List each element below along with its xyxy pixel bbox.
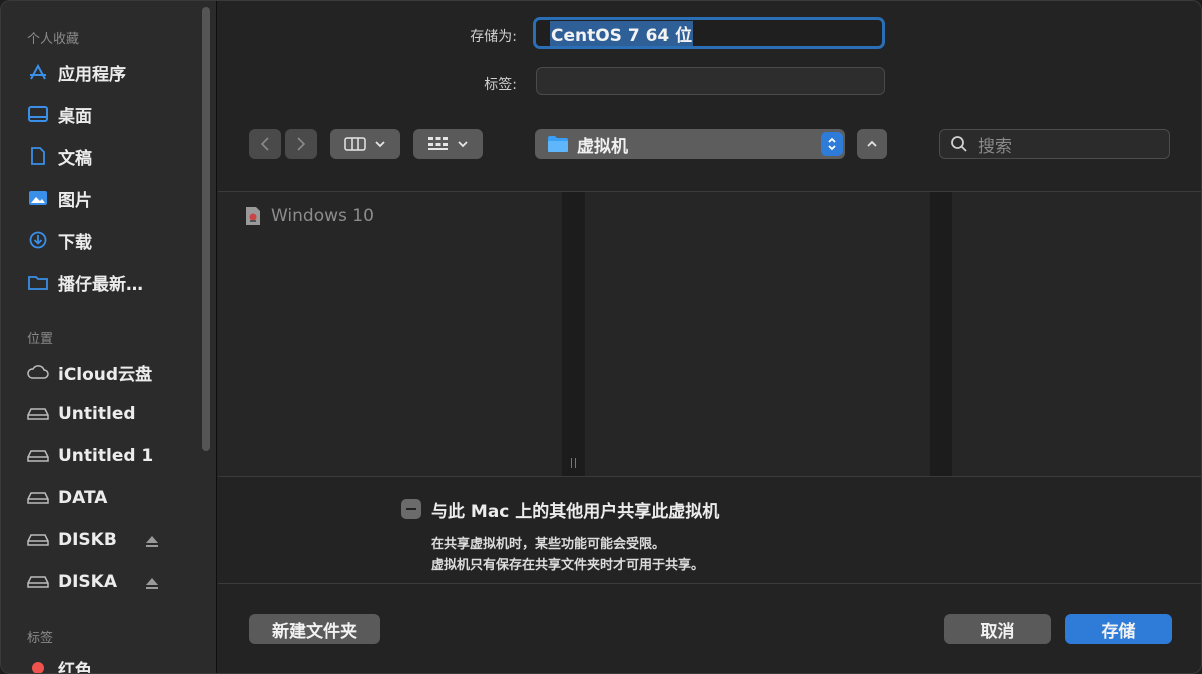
- sidebar-item-label: 文稿: [58, 148, 92, 169]
- sidebar-item-label: 播仔最新…: [58, 274, 143, 295]
- back-button[interactable]: [249, 129, 281, 159]
- sidebar-item-diska[interactable]: DISKA: [27, 567, 197, 597]
- chevron-down-icon: [458, 141, 468, 148]
- column-browser: Windows 10: [218, 191, 1201, 477]
- eject-icon[interactable]: [145, 533, 159, 547]
- folder-icon: [547, 135, 569, 153]
- sidebar-item-icloud[interactable]: iCloud云盘: [27, 357, 197, 387]
- save-dialog: 个人收藏 应用程序 桌面 文稿 图片 下载 播仔最新… 位置 iCloud云盘 …: [0, 0, 1202, 674]
- sidebar-item-label: DATA: [58, 488, 108, 508]
- column-divider[interactable]: [562, 192, 585, 476]
- applications-icon: [27, 62, 49, 82]
- sidebar-item-label: 应用程序: [58, 64, 126, 85]
- location-popup[interactable]: 虚拟机: [535, 129, 845, 159]
- sidebar-item-data[interactable]: DATA: [27, 483, 197, 513]
- mixed-state-icon: [406, 508, 416, 510]
- sidebar-scrollbar[interactable]: [202, 7, 210, 451]
- tags-input[interactable]: [536, 67, 885, 95]
- column-resize-icon: [571, 458, 576, 468]
- drive-icon: [27, 488, 49, 508]
- locations-header: 位置: [27, 332, 54, 347]
- drive-icon: [27, 404, 49, 424]
- columns-view-icon: [344, 137, 366, 151]
- save-as-value: CentOS 7 64 位: [550, 20, 694, 46]
- group-button[interactable]: [413, 129, 483, 159]
- save-button[interactable]: 存储: [1065, 614, 1172, 644]
- sidebar-item-label: 图片: [58, 190, 92, 211]
- search-icon: [951, 136, 967, 152]
- sidebar: 个人收藏 应用程序 桌面 文稿 图片 下载 播仔最新… 位置 iCloud云盘 …: [1, 1, 217, 674]
- sidebar-item-documents[interactable]: 文稿: [27, 141, 197, 171]
- share-checkbox[interactable]: [401, 499, 421, 519]
- vm-file-icon: [245, 206, 261, 226]
- save-as-input[interactable]: CentOS 7 64 位: [533, 17, 885, 49]
- sidebar-item-desktop[interactable]: 桌面: [27, 99, 197, 129]
- search-placeholder: 搜索: [978, 136, 1012, 157]
- sidebar-item-tag-red[interactable]: 红色: [27, 653, 197, 674]
- sidebar-item-label: 下载: [58, 232, 92, 253]
- chevron-up-icon: [867, 140, 877, 147]
- drive-icon: [27, 572, 49, 592]
- icloud-icon: [27, 362, 49, 382]
- sidebar-item-folder[interactable]: 播仔最新…: [27, 267, 197, 297]
- sidebar-item-untitled-1[interactable]: Untitled 1: [27, 441, 197, 471]
- stepper-icon: [821, 132, 843, 156]
- pictures-icon: [27, 188, 49, 208]
- chevron-down-icon: [375, 141, 385, 148]
- sidebar-item-label: 桌面: [58, 106, 92, 127]
- sidebar-item-label: iCloud云盘: [58, 364, 153, 385]
- location-label: 虚拟机: [577, 136, 628, 157]
- tags-label: 标签:: [484, 77, 517, 93]
- sidebar-item-label: DISKA: [58, 572, 118, 592]
- sidebar-item-label: 红色: [58, 660, 92, 674]
- search-field[interactable]: 搜索: [939, 129, 1170, 159]
- share-note-line2: 虚拟机只有保存在共享文件夹时才可用于共享。: [431, 558, 705, 573]
- column-divider[interactable]: [930, 192, 952, 476]
- tags-header: 标签: [27, 631, 54, 646]
- sidebar-item-label: Untitled 1: [58, 446, 154, 466]
- file-item-windows-10[interactable]: Windows 10: [245, 206, 374, 226]
- grid-group-icon: [428, 137, 448, 150]
- divider: [218, 583, 1201, 584]
- sidebar-item-untitled[interactable]: Untitled: [27, 399, 197, 429]
- share-note-line1: 在共享虚拟机时，某些功能可能会受限。: [431, 537, 666, 552]
- sidebar-item-applications[interactable]: 应用程序: [27, 57, 197, 87]
- tag-dot-icon: [27, 658, 49, 673]
- sidebar-item-diskb[interactable]: DISKB: [27, 525, 197, 555]
- chevron-right-icon: [297, 137, 306, 151]
- save-as-label: 存储为:: [470, 29, 517, 45]
- drive-icon: [27, 446, 49, 466]
- sidebar-item-label: Untitled: [58, 404, 136, 424]
- chevron-left-icon: [260, 137, 269, 151]
- new-folder-button[interactable]: 新建文件夹: [249, 614, 380, 644]
- eject-icon[interactable]: [145, 575, 159, 589]
- favorites-header: 个人收藏: [27, 32, 80, 47]
- forward-button[interactable]: [285, 129, 317, 159]
- sidebar-item-pictures[interactable]: 图片: [27, 183, 197, 213]
- view-mode-button[interactable]: [330, 129, 400, 159]
- drive-icon: [27, 530, 49, 550]
- desktop-icon: [27, 104, 49, 124]
- folder-icon: [27, 272, 49, 292]
- share-label: 与此 Mac 上的其他用户共享此虚拟机: [431, 502, 720, 522]
- cancel-button[interactable]: 取消: [944, 614, 1051, 644]
- download-icon: [27, 230, 49, 250]
- sidebar-item-downloads[interactable]: 下载: [27, 225, 197, 255]
- sidebar-item-label: DISKB: [58, 530, 117, 550]
- expand-collapse-button[interactable]: [857, 129, 887, 159]
- file-name: Windows 10: [271, 206, 374, 226]
- document-icon: [27, 146, 49, 166]
